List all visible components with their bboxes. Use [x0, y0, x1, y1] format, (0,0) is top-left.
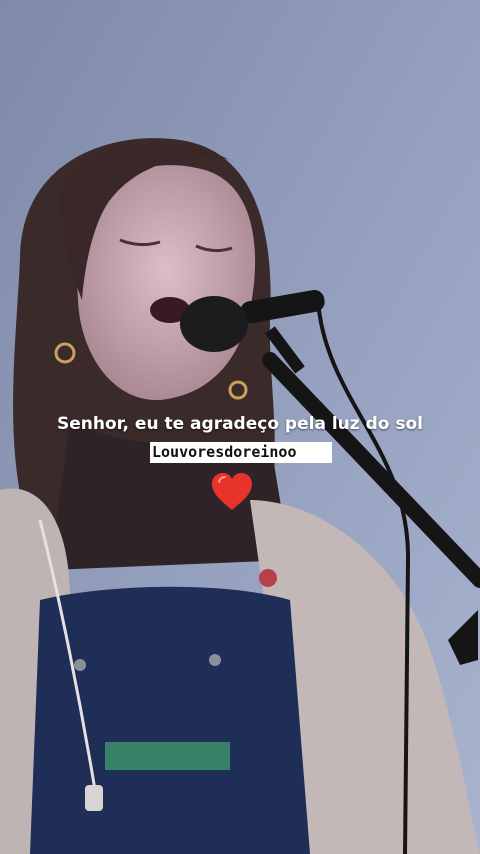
- lyric-caption: Senhor, eu te agradeço pela luz do sol: [57, 414, 423, 434]
- cardigan-pin: [259, 569, 277, 587]
- account-tag: Louvoresdoreinoo: [150, 442, 332, 463]
- overalls: [30, 586, 310, 854]
- heart-icon: [212, 473, 252, 510]
- earphone-clip: [85, 785, 103, 811]
- overalls-button: [209, 654, 221, 666]
- overalls-pocket-stripe: [105, 742, 230, 770]
- overalls-button-2: [74, 659, 86, 671]
